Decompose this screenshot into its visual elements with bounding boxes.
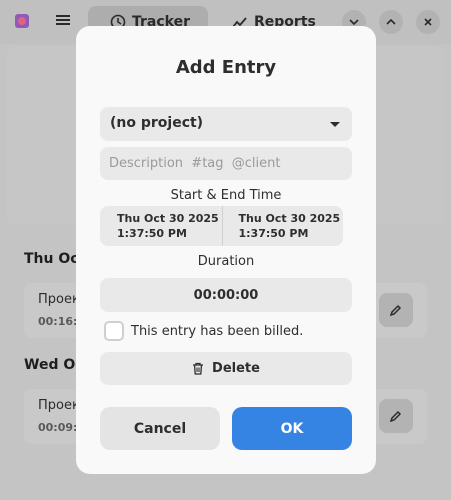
duration-field[interactable]: 00:00:00 [100,278,352,312]
ok-button[interactable]: OK [232,407,352,450]
start-date: Thu Oct 30 2025 [117,212,219,225]
start-time-button[interactable]: Thu Oct 30 2025 1:37:50 PM [100,206,222,246]
duration-label: Duration [197,254,255,269]
delete-label: Delete [212,361,260,376]
dialog-title: Add Entry [175,57,277,78]
project-dropdown[interactable]: (no project) [100,107,352,141]
hamburger-menu-icon[interactable] [56,13,70,27]
dropdown-arrow-icon [330,122,340,127]
end-time: 1:37:50 PM [238,227,309,240]
delete-button[interactable]: Delete [100,352,352,385]
time-label: Start & End Time [170,188,282,203]
description-input[interactable] [100,147,352,180]
billed-checkbox[interactable] [104,321,124,341]
cancel-button[interactable]: Cancel [100,407,220,450]
chevron-up-icon [386,18,396,25]
start-time: 1:37:50 PM [117,227,187,240]
billed-label: This entry has been billed. [131,323,304,339]
edit-entry-button[interactable] [379,293,413,327]
project-dropdown-value: (no project) [110,115,204,131]
end-time-button[interactable]: Thu Oct 30 2025 1:37:50 PM [221,206,344,246]
end-date: Thu Oct 30 2025 [238,212,341,225]
time-range: Thu Oct 30 2025 1:37:50 PM Thu Oct 30 20… [100,206,343,246]
entry-name: Проек [38,398,80,413]
entry-name: Проек [38,292,80,307]
close-window-button[interactable] [416,10,440,34]
add-entry-dialog: Add Entry (no project) Start & End Time … [76,26,376,474]
pencil-icon [389,304,402,317]
billed-row: This entry has been billed. [104,321,303,341]
close-icon [424,18,432,26]
pencil-icon [389,410,402,423]
trash-icon [193,362,204,375]
maximize-button[interactable] [379,10,403,34]
edit-entry-button[interactable] [379,399,413,433]
app-icon [15,14,29,28]
